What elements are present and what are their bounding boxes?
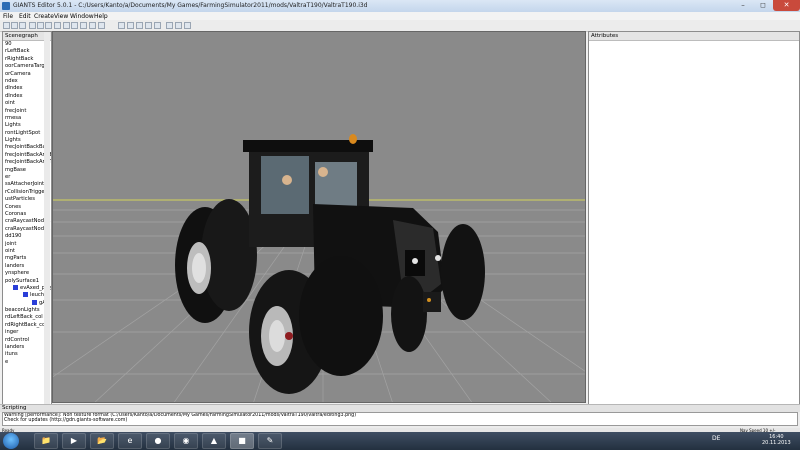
attributes-header: Attributes	[589, 32, 799, 41]
folder-icon[interactable]: 📂	[90, 433, 114, 449]
scenegraph-item-label: rRightBack	[5, 55, 34, 62]
settings-icon[interactable]	[184, 22, 191, 29]
rotate-icon[interactable]	[89, 22, 96, 29]
scenegraph-item-label: Coronas	[5, 210, 27, 217]
giants-editor-task[interactable]: ■	[230, 433, 254, 449]
menu-window[interactable]: Window	[70, 13, 94, 20]
grid-toggle-icon[interactable]	[166, 22, 173, 29]
menu-create[interactable]: Create	[34, 13, 54, 20]
scenegraph-item-label: ynsphere	[5, 270, 30, 277]
cut-icon[interactable]	[29, 22, 36, 29]
scenegraph-item-label: landers	[5, 262, 25, 269]
scenegraph-item-label: rmesa	[5, 114, 22, 121]
paste-icon[interactable]	[45, 22, 52, 29]
scenegraph-item-label: mgBase	[5, 166, 26, 173]
scenegraph-item-label: mgParts	[5, 255, 27, 262]
scenegraph-item-label: rontLightSpot	[5, 129, 41, 136]
paint-task-icon[interactable]: ✎	[258, 433, 282, 449]
scenegraph-item-label: Lights	[5, 122, 21, 129]
scenegraph-item-label: landers	[5, 344, 25, 351]
open-file-icon[interactable]	[11, 22, 18, 29]
refresh-icon[interactable]	[80, 22, 87, 29]
maximize-button[interactable]: ◻	[753, 0, 773, 11]
scenegraph-item-label: orCamera	[5, 70, 31, 77]
close-button[interactable]: ✕	[773, 0, 800, 11]
scenegraph-item-label: rCollisionTrigger	[5, 188, 47, 195]
scenegraph-item-label: ndex	[5, 77, 18, 84]
scenegraph-item-label: e	[5, 358, 9, 365]
save-icon[interactable]	[19, 22, 26, 29]
scenegraph-item-label: dd190	[5, 233, 22, 240]
scenegraph-item-label: polySurface1	[5, 277, 40, 284]
scenegraph-panel: Scenegraph 90 rLeftBack rRightBack oorCamer…	[2, 31, 52, 405]
scenegraph-item-label: joint	[5, 240, 17, 247]
internet-explorer-icon[interactable]: e	[118, 433, 142, 449]
firefox-icon[interactable]: ●	[146, 433, 170, 449]
scenegraph-item-label: 90	[5, 41, 12, 47]
scenegraph-item-label: oint	[5, 247, 15, 254]
camera-tool-icon[interactable]	[127, 22, 134, 29]
chrome-icon[interactable]: ◉	[174, 433, 198, 449]
explorer-icon[interactable]: 📁	[34, 433, 58, 449]
scenegraph-item-label: rLeftBack	[5, 48, 30, 55]
cube-icon	[13, 284, 18, 290]
giants-task-icon[interactable]: ▲	[202, 433, 226, 449]
delete-icon[interactable]	[54, 22, 61, 29]
log-line-2: Check for updates (http://gdn.giants-sof…	[4, 418, 128, 423]
scenegraph-item-label: inger	[5, 329, 19, 336]
select-tool-icon[interactable]	[118, 22, 125, 29]
scripting-panel: Scripting Warning [performance]: Non tex…	[0, 404, 800, 431]
scenegraph-item-label: Lights	[5, 137, 21, 144]
scenegraph-item-label: oint	[5, 100, 15, 107]
media-player-icon[interactable]: ▶	[62, 433, 86, 449]
menu-view[interactable]: View	[54, 13, 68, 20]
scenegraph-item-label: ustParticles	[5, 196, 35, 203]
new-file-icon[interactable]	[3, 22, 10, 29]
scenegraph-item-label: rdControl	[5, 336, 30, 343]
foliage-tool-icon[interactable]	[154, 22, 161, 29]
scenegraph-item-label: rdRightBack_col	[5, 321, 47, 328]
giants-app-icon	[2, 2, 10, 10]
windows-taskbar: 📁 ▶ 📂 e ● ◉ ▲ ■ ✎ DE 16:40 20.11.2013	[0, 432, 800, 450]
menu-bar: File Edit Create View Window Help	[0, 12, 800, 20]
language-indicator[interactable]: DE	[712, 435, 720, 442]
system-clock[interactable]: 16:40 20.11.2013	[762, 434, 791, 446]
scenegraph-item-label: ituns	[5, 351, 18, 358]
scenegraph-scrollbar[interactable]	[44, 32, 50, 404]
terrain-tool-icon[interactable]	[136, 22, 143, 29]
cube-icon	[23, 292, 28, 298]
window-title: GIANTS Editor 5.0.1 - C:/Users/Kanto/a/D…	[13, 2, 368, 9]
scenegraph-item-label: rdLeftBack_col	[5, 314, 43, 321]
scenegraph-item-label: Cones	[5, 203, 21, 210]
cube-icon	[32, 299, 37, 305]
scenegraph-item-label: ssAttacherJoint	[5, 181, 45, 188]
paint-tool-icon[interactable]	[145, 22, 152, 29]
scenegraph-item-label: beaconLights	[5, 307, 40, 314]
play-icon[interactable]	[98, 22, 105, 29]
scripting-header: Scripting	[0, 405, 800, 412]
snap-toggle-icon[interactable]	[175, 22, 182, 29]
scenegraph-item-label: er	[5, 174, 11, 181]
undo-icon[interactable]	[63, 22, 70, 29]
3d-viewport[interactable]	[52, 31, 586, 403]
scenegraph-item-label: dIndex	[5, 85, 23, 92]
viewport-canvas[interactable]	[53, 32, 586, 403]
scenegraph-item-label: dIndex	[5, 92, 23, 99]
start-button[interactable]	[3, 433, 19, 449]
copy-icon[interactable]	[37, 22, 44, 29]
scripting-log[interactable]: Warning [performance]: Non texture forma…	[2, 412, 798, 426]
scenegraph-item-label: frecJointBackBat	[5, 144, 48, 151]
menu-edit[interactable]: Edit	[19, 13, 31, 20]
minimize-button[interactable]: –	[733, 0, 753, 11]
attributes-panel: Attributes	[588, 31, 800, 405]
clock-date: 20.11.2013	[762, 440, 791, 446]
menu-help[interactable]: Help	[94, 13, 108, 20]
redo-icon[interactable]	[71, 22, 78, 29]
scenegraph-item-label: frecJoint	[5, 107, 27, 114]
menu-file[interactable]: File	[3, 13, 13, 20]
